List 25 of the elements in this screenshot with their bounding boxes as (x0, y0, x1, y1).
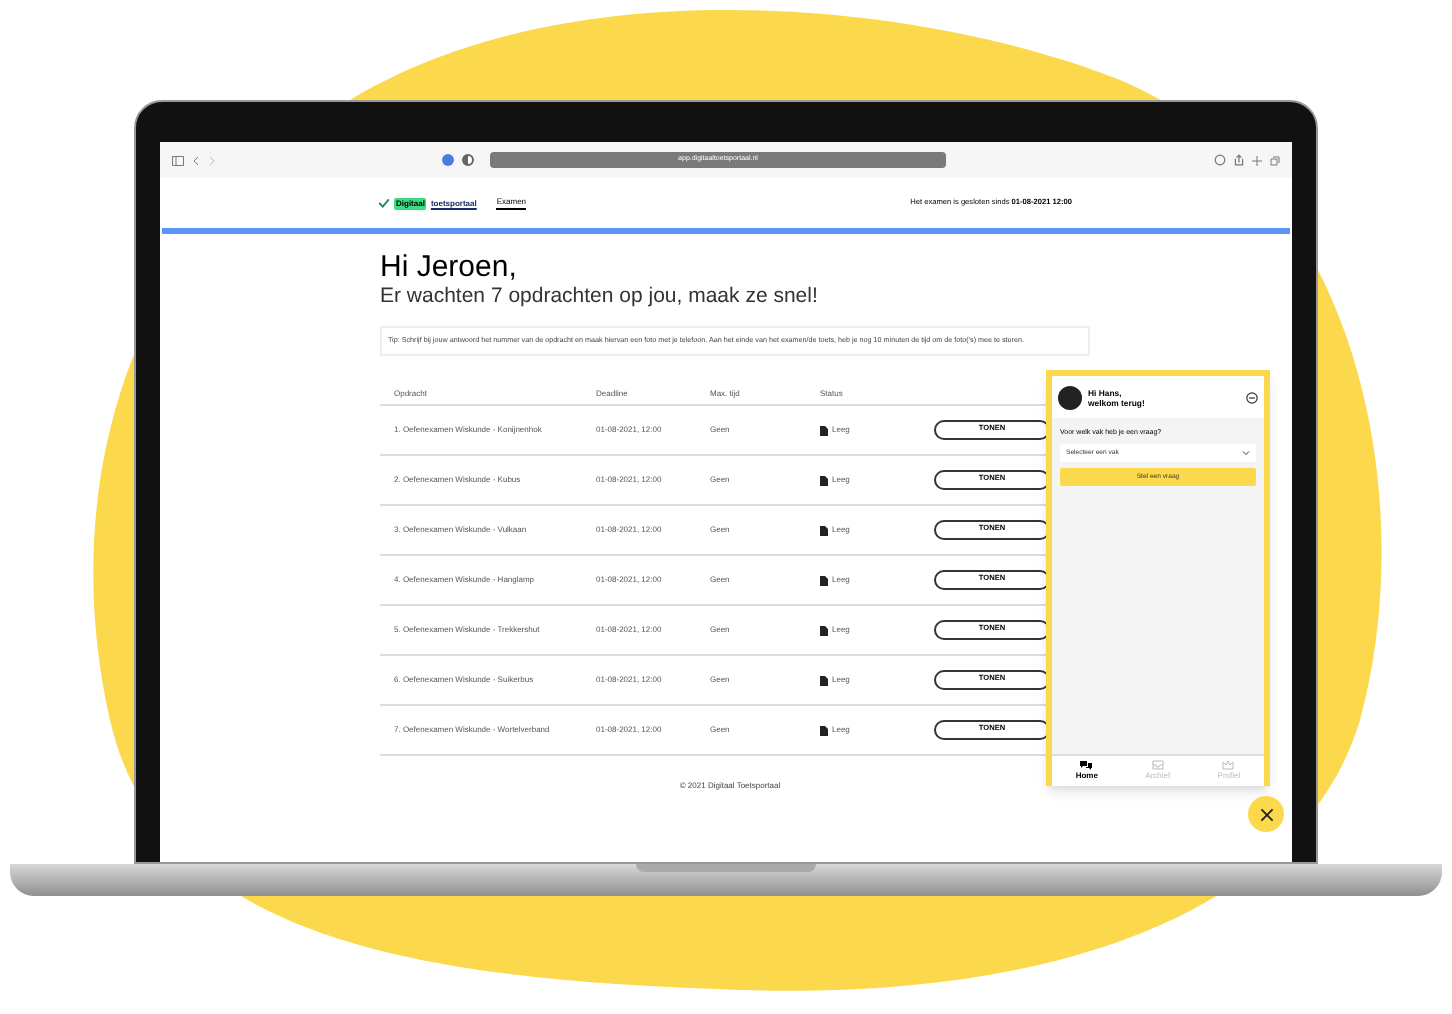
close-icon (1259, 807, 1273, 821)
document-icon (820, 725, 828, 735)
back-icon (192, 155, 200, 165)
tabs-icon (1270, 155, 1280, 165)
crown-icon (1222, 760, 1235, 770)
close-chat-button[interactable] (1248, 796, 1284, 832)
check-icon (378, 198, 390, 208)
document-icon (820, 425, 828, 435)
avatar (1058, 385, 1082, 409)
plus-icon (1252, 155, 1262, 165)
contrast-icon (462, 154, 474, 166)
sidebar-icon (172, 155, 184, 165)
chat-bubbles-icon (1080, 760, 1093, 770)
document-icon (820, 675, 828, 685)
chevron-down-icon (1242, 450, 1250, 457)
document-icon (820, 475, 828, 485)
document-icon (820, 625, 828, 635)
greeting-heading: Hi Jeroen, (380, 252, 519, 284)
document-icon (820, 575, 828, 585)
share-icon (1234, 154, 1244, 166)
minimize-icon[interactable] (1246, 391, 1258, 403)
subtitle: Er wachten 7 opdrachten op jou, maak ze snel! (380, 284, 820, 310)
inbox-icon (1151, 760, 1164, 770)
forward-icon (208, 155, 216, 165)
document-icon (820, 525, 828, 535)
